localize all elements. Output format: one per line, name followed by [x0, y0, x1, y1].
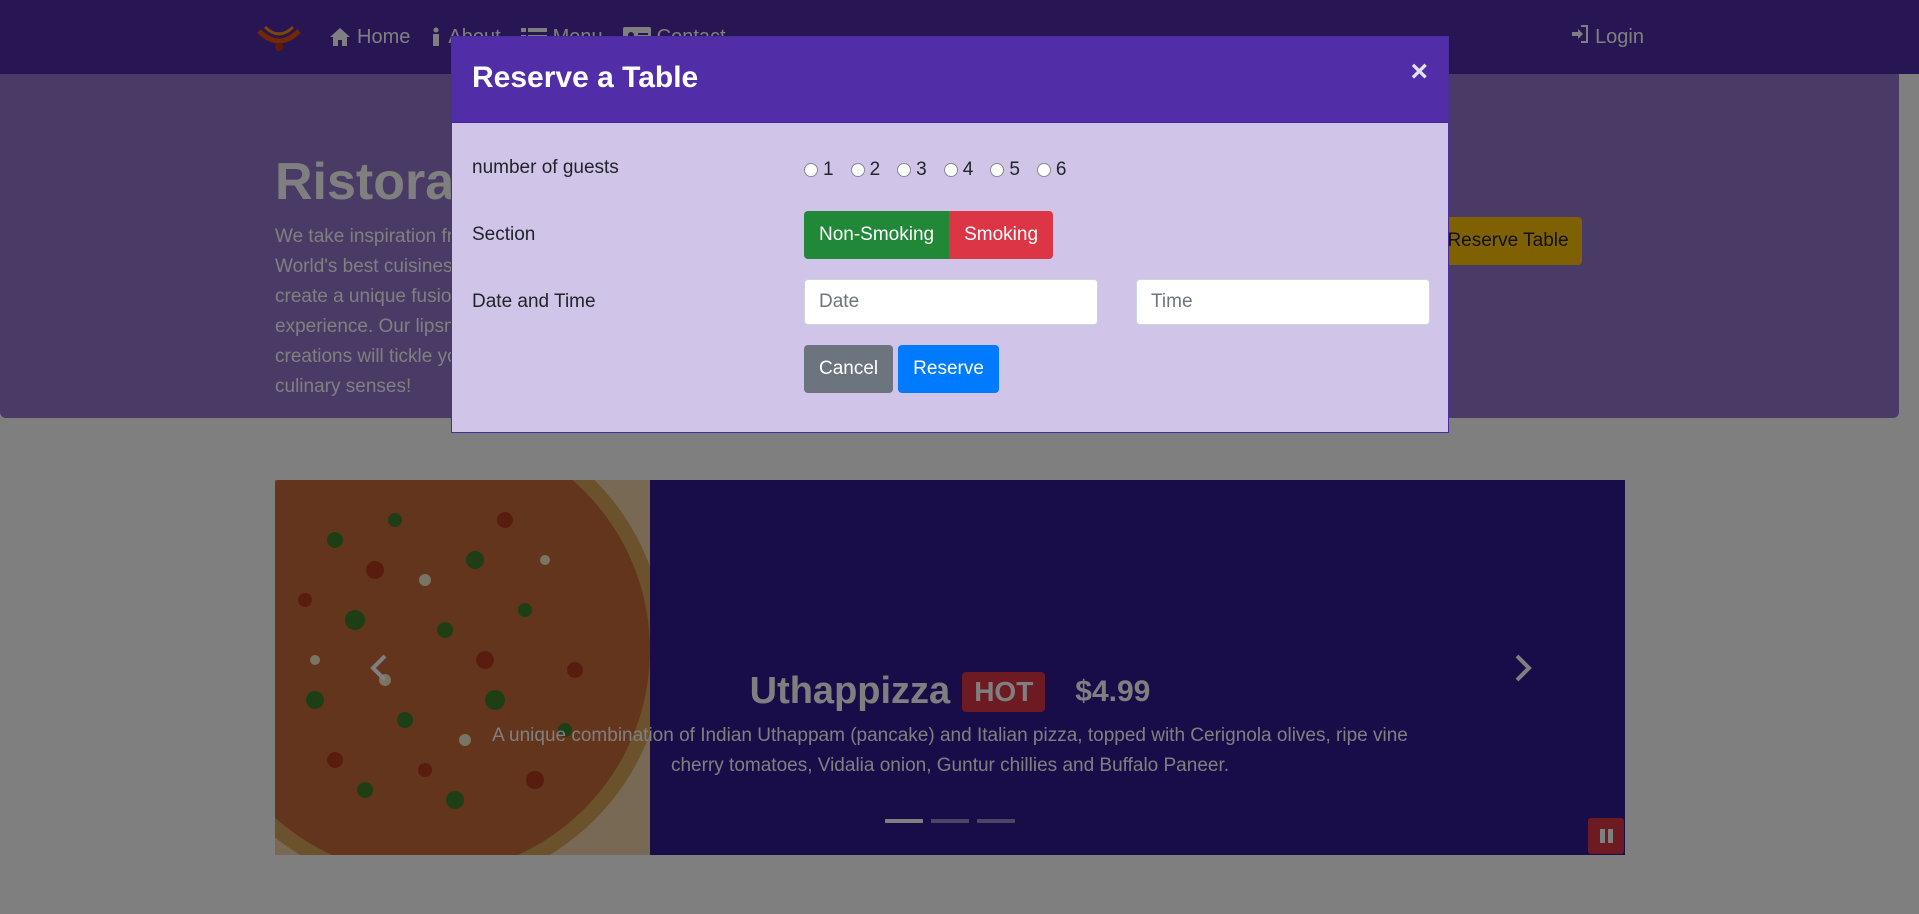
guest-option-2[interactable]: 2 [850, 159, 881, 181]
guest-option-6[interactable]: 6 [1036, 159, 1067, 181]
radio-icon[interactable] [804, 163, 818, 177]
section-label: Section [472, 224, 536, 245]
radio-icon[interactable] [943, 163, 958, 177]
guest-option-1[interactable]: 1 [804, 159, 834, 181]
non-smoking-button[interactable]: Non-Smoking [804, 211, 950, 259]
guests-label: number of guests [472, 157, 619, 178]
guest-option-4[interactable]: 4 [943, 159, 974, 181]
date-input[interactable]: Date [804, 279, 1098, 325]
modal-actions: Cancel Reserve [804, 345, 999, 393]
guest-option-label: 1 [823, 159, 834, 180]
close-icon[interactable]: × [1410, 57, 1428, 87]
guest-option-3[interactable]: 3 [897, 159, 927, 181]
radio-icon[interactable] [850, 163, 865, 177]
time-input[interactable]: Time [1136, 279, 1430, 325]
guests-radio-group: 1 2 3 4 5 6 [804, 159, 1066, 181]
modal-title: Reserve a Table [472, 61, 699, 94]
guest-option-label: 2 [869, 159, 881, 180]
guest-option-5[interactable]: 5 [990, 159, 1020, 181]
radio-icon[interactable] [1036, 163, 1051, 177]
guest-option-label: 3 [916, 159, 927, 180]
modal-header: Reserve a Table × [452, 37, 1448, 123]
radio-icon[interactable] [897, 163, 912, 177]
guest-option-label: 4 [962, 159, 974, 180]
reserve-modal: Reserve a Table × number of guests 1 2 3… [451, 36, 1449, 433]
reserve-button[interactable]: Reserve [898, 345, 999, 393]
datetime-label: Date and Time [472, 291, 596, 312]
section-button-group: Non-Smoking Smoking [804, 211, 1054, 259]
cancel-button[interactable]: Cancel [804, 345, 894, 393]
smoking-button[interactable]: Smoking [949, 211, 1054, 259]
guest-option-label: 6 [1055, 159, 1067, 180]
guest-option-label: 5 [1009, 159, 1020, 180]
radio-icon[interactable] [990, 163, 1005, 177]
